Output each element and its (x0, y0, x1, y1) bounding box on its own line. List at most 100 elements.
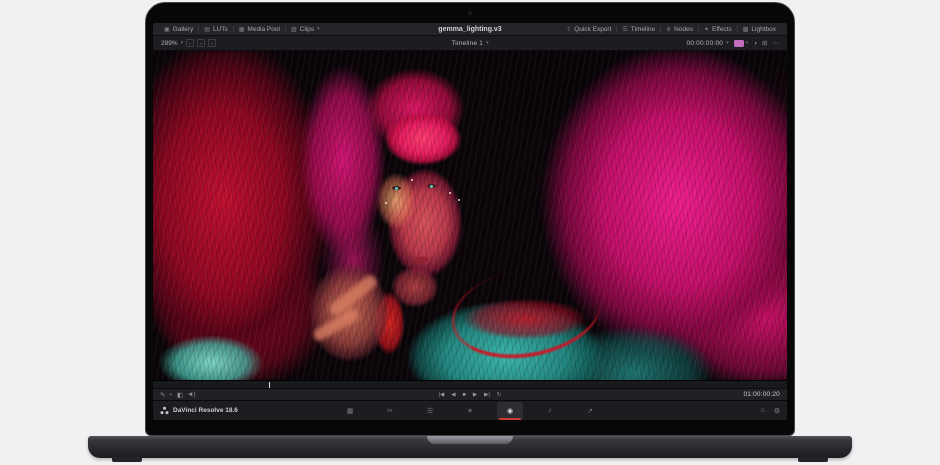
tab-cut[interactable]: ✂ (377, 402, 403, 420)
fusion-page-icon: ✶ (467, 407, 473, 415)
timeline-view-button[interactable]: ☰ Timeline (617, 26, 660, 33)
davinci-resolve-window: ▣ Gallery ▤ LUTs ▦ Media Pool ▧ Clips ▾ (153, 23, 787, 420)
more-options-icon[interactable]: ⋯ (773, 39, 780, 47)
edit-page-icon: ☰ (427, 407, 433, 415)
media-pool-label: Media Pool (247, 26, 280, 33)
toggle-icon: ▪ (200, 41, 201, 46)
viewer-option-toggle[interactable]: ▪ (208, 39, 216, 47)
zoom-level-dropdown[interactable]: 289% ▾ (161, 40, 183, 47)
laptop-foot (112, 457, 142, 462)
clips-icon: ▧ (291, 26, 297, 33)
expand-viewer-icon[interactable]: ⊞ (762, 39, 767, 47)
source-timecode: 00:00:00:00 (687, 40, 724, 47)
transport-controls: |◀ ◀ ■ ▶ ▶| ↻ (439, 392, 502, 398)
clips-button[interactable]: ▧ Clips ▾ (286, 26, 325, 33)
luts-icon: ▤ (204, 26, 210, 33)
chevron-down-icon: ▾ (169, 392, 172, 398)
gallery-label: Gallery (173, 26, 194, 33)
laptop-foot (798, 457, 828, 462)
luts-button[interactable]: ▤ LUTs (199, 26, 232, 33)
portrait-photo (153, 51, 787, 380)
right-eye (427, 184, 436, 188)
home-icon[interactable]: ⌂ (760, 407, 764, 415)
deliver-page-icon: ↗ (587, 407, 593, 415)
lightbox-button[interactable]: ▩ Lightbox (738, 26, 781, 33)
timeline-selector[interactable]: Timeline 1 ▾ (451, 40, 488, 47)
lightbox-label: Lightbox (751, 26, 776, 33)
app-brand: DaVinci Resolve 18.6 (160, 406, 238, 415)
chevron-down-icon: ▾ (726, 40, 729, 46)
gear-icon[interactable]: ⚙ (774, 407, 780, 415)
quick-export-icon: ⇧ (566, 26, 571, 33)
face-gem (449, 192, 451, 194)
toggle-icon: ▪ (189, 41, 190, 46)
wipe-mode-icon[interactable] (734, 40, 744, 47)
system-buttons: ⌂ ⚙ (760, 407, 780, 415)
tab-edit[interactable]: ☰ (417, 402, 443, 420)
clips-label: Clips (300, 26, 314, 33)
timeline-name: Timeline 1 (451, 40, 483, 47)
gallery-button[interactable]: ▣ Gallery (159, 26, 198, 33)
face-gem (385, 202, 387, 204)
app-name-label: DaVinci Resolve 18.6 (173, 407, 238, 414)
tab-deliver[interactable]: ↗ (577, 402, 603, 420)
chevron-down-icon: ▾ (181, 40, 184, 46)
media-pool-button[interactable]: ▦ Media Pool (234, 26, 285, 33)
toolbar-left-group: ▣ Gallery ▤ LUTs ▦ Media Pool ▧ Clips ▾ (159, 23, 325, 35)
effects-button[interactable]: ✦ Effects (699, 26, 737, 33)
play-button[interactable]: ▶ (473, 392, 477, 398)
toggle-icon: ▪ (211, 41, 212, 46)
color-page-icon: ◉ (507, 407, 513, 415)
page-navigation-bar: DaVinci Resolve 18.6 ▦ ✂ ☰ ✶ ◉ ♪ ↗ ⌂ ⚙ (153, 400, 787, 420)
zoom-level-value: 289% (161, 40, 178, 47)
record-timecode: 01:00:00:20 (743, 391, 780, 398)
face-gem (411, 179, 413, 181)
davinci-resolve-logo (160, 406, 169, 415)
speaker-icon[interactable]: ◄) (187, 391, 196, 398)
tab-color[interactable]: ◉ (497, 402, 523, 420)
skip-to-start-button[interactable]: |◀ (439, 392, 445, 398)
cut-page-icon: ✂ (387, 407, 393, 415)
stop-button[interactable]: ■ (463, 392, 466, 398)
step-back-button[interactable]: ◀ (451, 392, 455, 398)
lightbox-icon: ▩ (743, 26, 749, 33)
effects-label: Effects (712, 26, 732, 33)
compare-wipe-icon[interactable]: ◧ (177, 391, 183, 399)
luts-label: LUTs (213, 26, 228, 33)
laptop-lid: ▣ Gallery ▤ LUTs ▦ Media Pool ▧ Clips ▾ (145, 2, 795, 436)
tab-fairlight[interactable]: ♪ (537, 402, 563, 420)
nodes-button[interactable]: ⋔ Nodes (661, 26, 698, 33)
jog-scrub-bar[interactable] (153, 380, 787, 388)
loop-button[interactable]: ↻ (497, 392, 502, 398)
tab-media[interactable]: ▦ (337, 402, 363, 420)
effects-icon: ✦ (704, 26, 709, 33)
chevron-down-icon: ▾ (746, 40, 749, 46)
project-title: gemma_lighting.v3 (438, 26, 501, 33)
viewer-option-toggle[interactable]: ▪ (186, 39, 194, 47)
chevron-down-icon: ▾ (486, 40, 489, 46)
color-viewer-icon[interactable]: ◑ (753, 40, 757, 47)
lid-groove (427, 436, 513, 444)
viewer-header-right: 00:00:00:00 ▾ ▾ ◑ ⊞ ⋯ (687, 36, 779, 50)
webcam-dot (468, 11, 472, 15)
laptop-base (88, 436, 852, 458)
toolbar-right-group: ⇧ Quick Export ☰ Timeline ⋔ Nodes ✦ Effe… (561, 23, 781, 35)
skip-to-end-button[interactable]: ▶| (484, 392, 490, 398)
nodes-label: Nodes (674, 26, 693, 33)
viewer-canvas[interactable] (153, 51, 787, 380)
viewer-option-toggle[interactable]: ▪ (197, 39, 205, 47)
left-eye (392, 186, 401, 190)
project-title-area: gemma_lighting.v3 (438, 26, 501, 33)
tab-fusion[interactable]: ✶ (457, 402, 483, 420)
quick-export-button[interactable]: ⇧ Quick Export (561, 26, 616, 33)
nodes-icon: ⋔ (666, 26, 671, 33)
annotate-tool-icon[interactable]: ✎ (160, 391, 165, 399)
viewer-toolbar: ✎ ▾ ◧ ◄) |◀ ◀ ■ ▶ ▶| ↻ 01:00:00:20 (153, 388, 787, 400)
media-pool-icon: ▦ (239, 26, 245, 33)
media-page-icon: ▦ (347, 407, 354, 415)
fairlight-page-icon: ♪ (548, 407, 552, 414)
left-iris (395, 187, 398, 190)
top-toolbar: ▣ Gallery ▤ LUTs ▦ Media Pool ▧ Clips ▾ (153, 23, 787, 36)
gallery-icon: ▣ (164, 26, 170, 33)
lips (413, 256, 429, 263)
